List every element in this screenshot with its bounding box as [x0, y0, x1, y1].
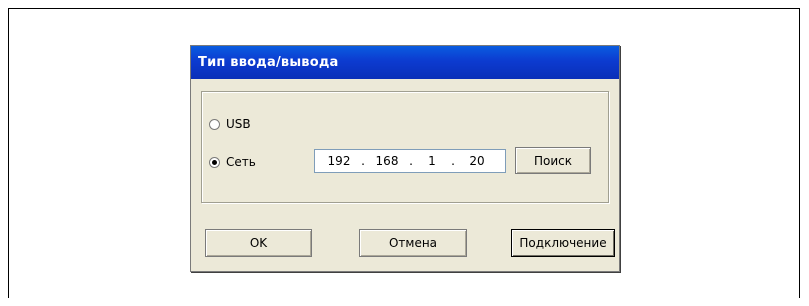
usb-label: USB [226, 117, 251, 131]
network-radio[interactable] [209, 156, 220, 168]
ip-separator: . [409, 154, 413, 168]
search-button[interactable]: Поиск [515, 147, 591, 174]
connection-type-group: USB Сеть 192 . 168 . 1 . 20 Поиск [201, 91, 609, 203]
ip-address-field[interactable]: 192 . 168 . 1 . 20 [314, 149, 506, 173]
dialog-titlebar[interactable]: Тип ввода/вывода [191, 46, 619, 79]
network-label: Сеть [226, 155, 256, 169]
connect-button[interactable]: Подключение [511, 229, 615, 257]
io-type-dialog: Тип ввода/вывода USB Сеть 192 . 168 . 1 … [190, 45, 620, 272]
network-option[interactable]: Сеть [209, 155, 256, 169]
ip-octet-3[interactable]: 1 [416, 154, 448, 168]
ip-octet-4[interactable]: 20 [458, 154, 496, 168]
cancel-button[interactable]: Отмена [359, 229, 467, 257]
ip-separator: . [361, 154, 365, 168]
ok-button[interactable]: OK [205, 229, 312, 257]
usb-option[interactable]: USB [209, 117, 251, 131]
usb-radio[interactable] [209, 118, 220, 130]
ip-octet-1[interactable]: 192 [320, 154, 358, 168]
ip-separator: . [451, 154, 455, 168]
ip-octet-2[interactable]: 168 [368, 154, 406, 168]
dialog-title: Тип ввода/вывода [198, 55, 339, 70]
